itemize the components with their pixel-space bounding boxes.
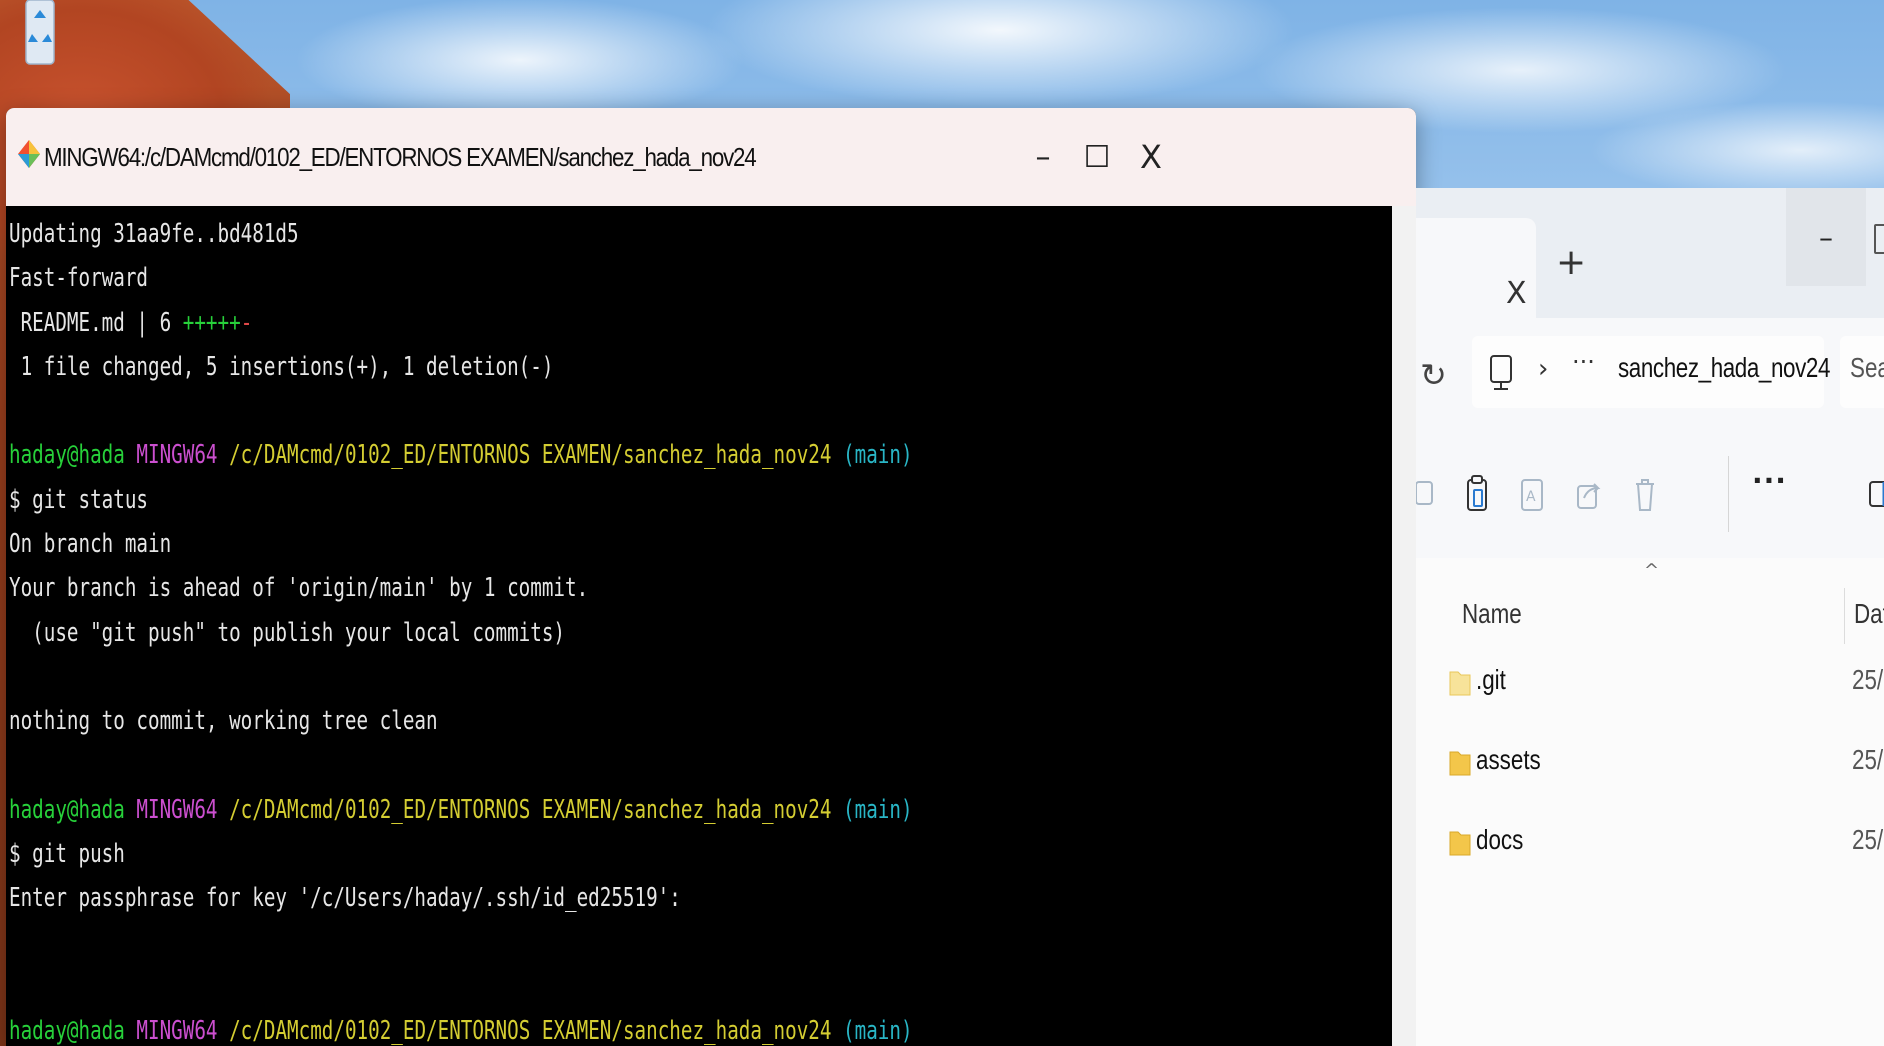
file-date: 25/1: [1852, 664, 1884, 695]
breadcrumb-separator-icon: ›: [1538, 354, 1549, 384]
folder-icon: [1448, 668, 1472, 698]
this-pc-icon[interactable]: [1488, 354, 1514, 399]
explorer-minimize-button[interactable]: –: [1786, 188, 1866, 286]
search-box[interactable]: Sea: [1840, 336, 1884, 408]
list-item[interactable]: docs 25/1: [1416, 814, 1884, 874]
prompt-path: /c/DAMcmd/0102_ED/ENTORNOS EXAMEN/sanche…: [229, 794, 832, 825]
paste-icon[interactable]: [1462, 474, 1492, 514]
explorer-address-bar: ↻ › ··· sanchez_hada_nov24 Sea: [1416, 318, 1884, 427]
terminal-line: 1 file changed, 5 insertions(+), 1 delet…: [9, 351, 554, 382]
terminal-prompt: haday@hada MINGW64 /c/DAMcmd/0102_ED/ENT…: [9, 433, 1392, 477]
breadcrumb-more-button[interactable]: ···: [1572, 348, 1595, 376]
explorer-command-bar: A ···: [1416, 426, 1884, 559]
list-item[interactable]: .git 25/1: [1416, 654, 1884, 714]
terminal-window[interactable]: MINGW64:/c/DAMcmd/0102_ED/ENTORNOS EXAME…: [6, 108, 1416, 1046]
prompt-shell: MINGW64: [136, 440, 218, 471]
file-list: ^ Name Dat .git 25/1 assets 25/1 docs 25…: [1416, 558, 1884, 1046]
terminal-line: Your branch is ahead of 'origin/main' by…: [9, 573, 589, 604]
prompt-user: haday@hada: [9, 794, 125, 825]
terminal-line: On branch main: [9, 529, 172, 560]
refresh-icon[interactable]: ↻: [1420, 356, 1447, 394]
terminal-line: nothing to commit, working tree clean: [9, 706, 438, 737]
column-header-name[interactable]: Name: [1462, 598, 1522, 630]
share-icon[interactable]: [1574, 474, 1604, 514]
prompt-branch: (main): [843, 440, 913, 471]
terminal-line: README.md | 6 +++++-: [9, 301, 1392, 345]
recycle-bin-icon[interactable]: [18, 0, 62, 80]
more-actions-button[interactable]: ···: [1752, 464, 1787, 497]
file-name: assets: [1476, 744, 1541, 775]
terminal-line: Enter passphrase for key '/c/Users/haday…: [9, 883, 681, 914]
prompt-path: /c/DAMcmd/0102_ED/ENTORNOS EXAMEN/sanche…: [229, 440, 832, 471]
copy-icon[interactable]: [1416, 474, 1440, 514]
terminal-line: $ git push: [9, 839, 125, 870]
svg-text:A: A: [1526, 489, 1536, 505]
diff-insertions: +++++: [182, 307, 241, 338]
prompt-user: haday@hada: [9, 1016, 125, 1046]
minimize-button[interactable]: –: [1018, 132, 1068, 182]
new-tab-button[interactable]: +: [1556, 242, 1586, 283]
prompt-user: haday@hada: [9, 440, 125, 471]
terminal-title: MINGW64:/c/DAMcmd/0102_ED/ENTORNOS EXAME…: [44, 142, 757, 172]
terminal-line: Updating 31aa9fe..bd481d5: [9, 219, 299, 249]
folder-icon: [1448, 828, 1472, 858]
diff-file: README.md | 6: [9, 307, 183, 338]
terminal-prompt: haday@hada MINGW64 /c/DAMcmd/0102_ED/ENT…: [9, 1009, 1392, 1046]
prompt-path: /c/DAMcmd/0102_ED/ENTORNOS EXAMEN/sanche…: [229, 1016, 832, 1046]
delete-icon[interactable]: [1630, 474, 1660, 514]
sort-caret-icon: ^: [1644, 560, 1660, 581]
explorer-maximize-button[interactable]: [1874, 224, 1884, 254]
terminal-output[interactable]: Updating 31aa9fe..bd481d5 Fast-forward R…: [6, 206, 1392, 1046]
file-name: docs: [1476, 824, 1524, 855]
column-separator[interactable]: [1844, 588, 1845, 644]
file-explorer-window[interactable]: X + – ↻ › ··· sanchez_hada_nov24 Se a: [1416, 188, 1884, 1046]
toolbar-separator: [1728, 456, 1729, 532]
terminal-scrollbar[interactable]: [1392, 206, 1416, 1046]
terminal-line: Fast-forward: [9, 263, 149, 294]
diff-deletions: -: [240, 307, 253, 338]
terminal-line: (use "git push" to publish your local co…: [9, 617, 566, 648]
column-header-date[interactable]: Dat: [1854, 598, 1884, 630]
explorer-tab-strip: X + –: [1416, 188, 1884, 318]
rename-icon[interactable]: A: [1518, 474, 1548, 514]
prompt-branch: (main): [843, 1016, 913, 1046]
prompt-branch: (main): [843, 794, 913, 825]
breadcrumb-current-folder[interactable]: sanchez_hada_nov24: [1618, 352, 1830, 384]
file-date: 25/1: [1852, 744, 1884, 775]
prompt-shell: MINGW64: [136, 1016, 218, 1046]
close-tab-icon[interactable]: X: [1506, 276, 1527, 311]
git-bash-icon: [16, 134, 42, 178]
list-item[interactable]: assets 25/1: [1416, 734, 1884, 794]
address-box[interactable]: › ··· sanchez_hada_nov24: [1472, 336, 1830, 408]
maximize-button[interactable]: ☐: [1072, 132, 1122, 182]
file-name: .git: [1476, 664, 1506, 695]
details-pane-icon[interactable]: [1866, 474, 1884, 514]
folder-icon: [1448, 748, 1472, 778]
search-input[interactable]: Sea: [1850, 352, 1884, 384]
close-button[interactable]: X: [1126, 132, 1176, 182]
terminal-prompt: haday@hada MINGW64 /c/DAMcmd/0102_ED/ENT…: [9, 788, 1392, 832]
prompt-shell: MINGW64: [136, 794, 218, 825]
file-date: 25/1: [1852, 824, 1884, 855]
terminal-line: $ git status: [9, 484, 149, 515]
terminal-titlebar[interactable]: MINGW64:/c/DAMcmd/0102_ED/ENTORNOS EXAME…: [6, 108, 1416, 206]
explorer-tab[interactable]: X: [1416, 218, 1536, 318]
